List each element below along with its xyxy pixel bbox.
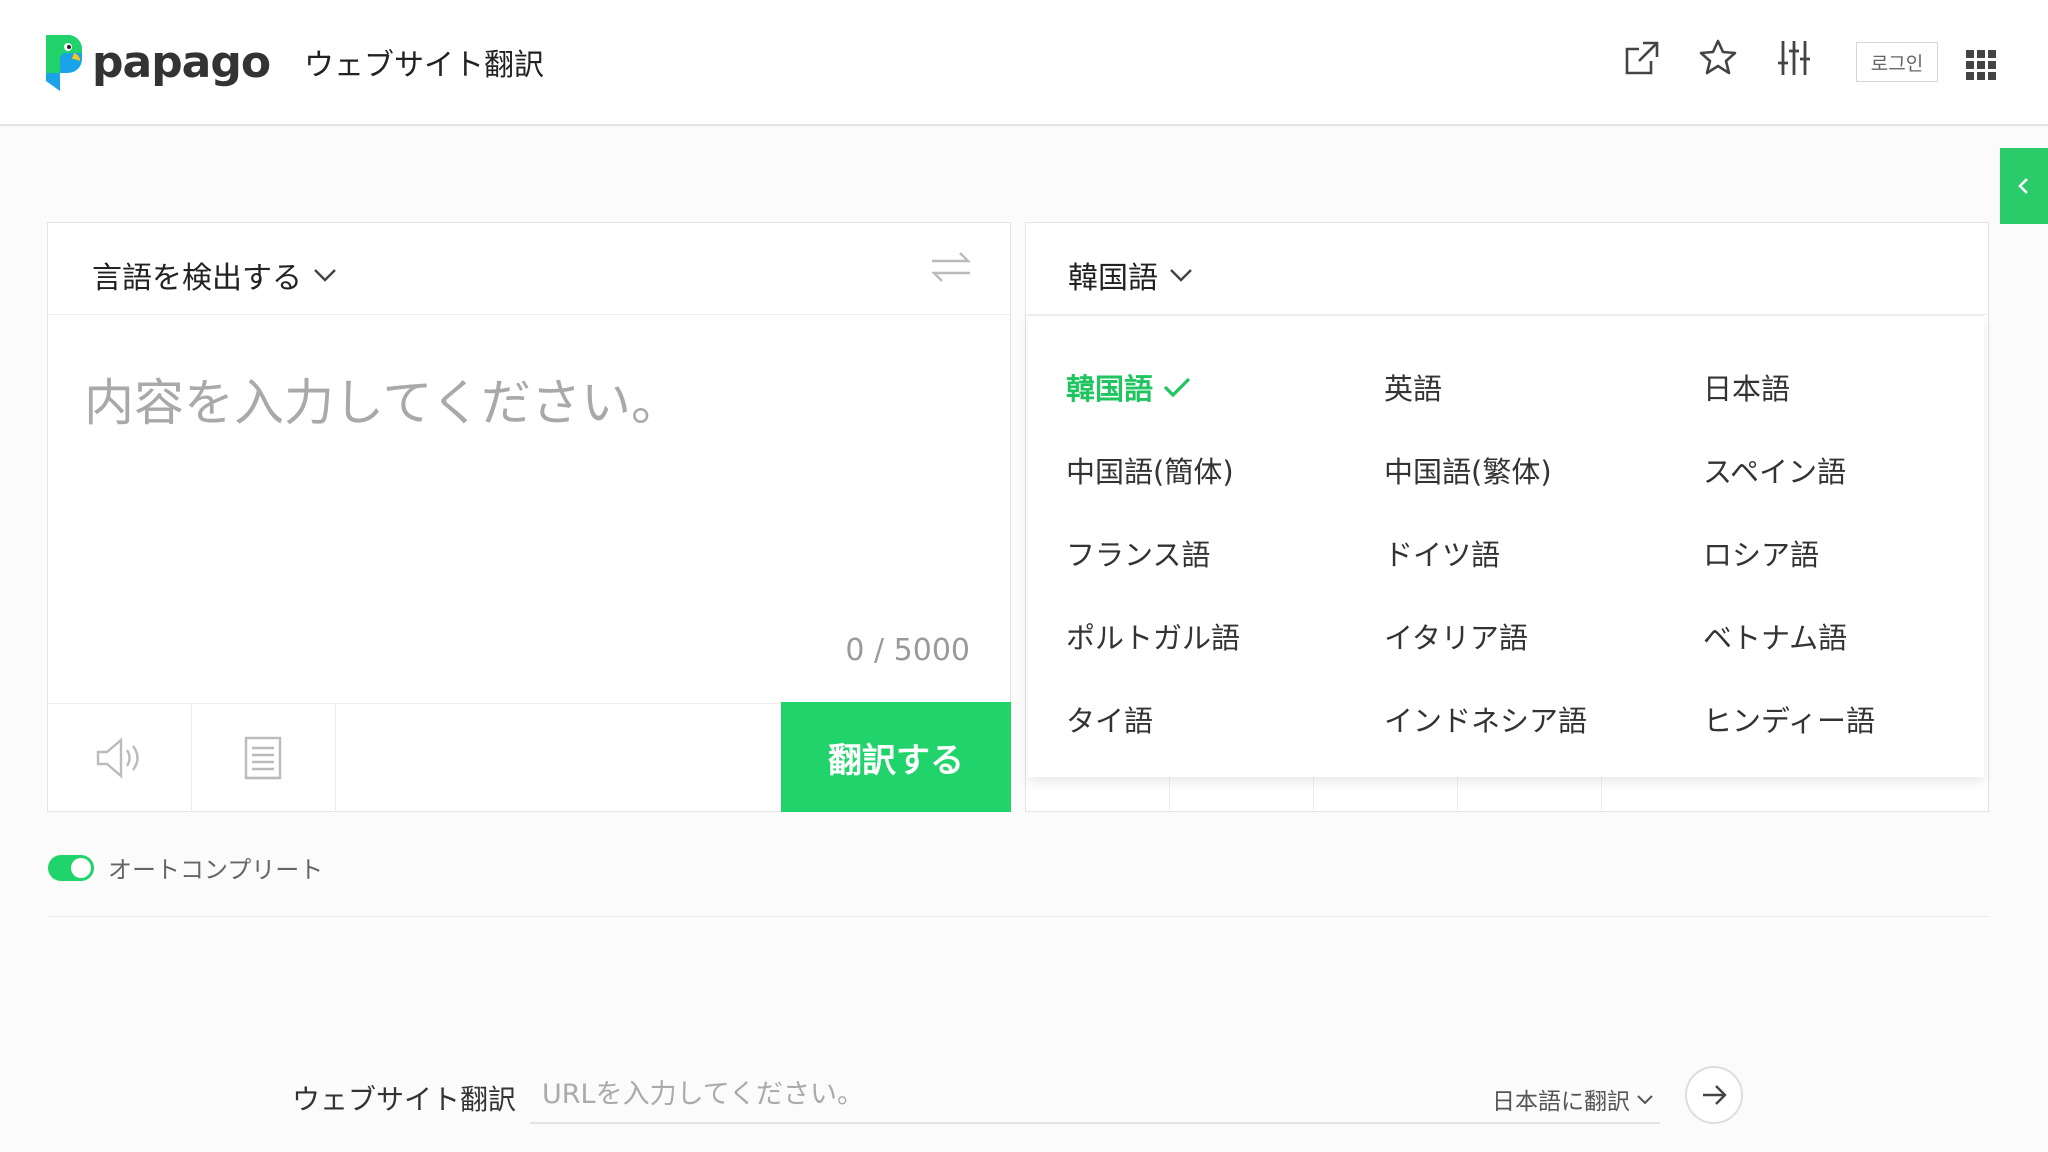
- papago-parrot-icon: [46, 35, 82, 91]
- target-panel-header: 韓国語: [1026, 223, 1988, 315]
- source-panel-header: 言語を検出する: [48, 223, 1010, 315]
- login-button[interactable]: 로그인: [1856, 42, 1938, 82]
- language-option-japanese[interactable]: 日本語: [1703, 366, 1790, 408]
- swap-languages-icon[interactable]: [928, 247, 974, 287]
- checkmark-icon: [1163, 377, 1191, 398]
- papago-logo[interactable]: papago: [38, 30, 271, 94]
- website-translate-label: ウェブサイト翻訳: [292, 1083, 517, 1116]
- chevron-down-icon: [1170, 269, 1192, 282]
- language-option-french[interactable]: フランス語: [1066, 532, 1210, 574]
- target-language-dropdown: 韓国語 英語 日本語 中国語(簡体) 中国語(繁体) スペイン語 フランス語 ド…: [1028, 315, 1984, 777]
- chevron-down-icon: [314, 269, 336, 282]
- source-language-label: 言語を検出する: [92, 261, 302, 296]
- url-field: 日本語に翻訳: [530, 1064, 1660, 1124]
- speaker-icon: [96, 737, 139, 779]
- autocomplete-label: オートコンプリート: [108, 856, 324, 884]
- language-option-portuguese[interactable]: ポルトガル語: [1066, 615, 1240, 657]
- language-option-chinese-traditional[interactable]: 中国語(繁体): [1384, 449, 1552, 491]
- target-language-label: 韓国語: [1068, 261, 1158, 296]
- document-icon: [244, 736, 281, 780]
- header: papago ウェブサイト翻訳 로그인: [0, 0, 2048, 126]
- language-option-indonesian[interactable]: インドネシア語: [1384, 698, 1587, 740]
- language-option-thai[interactable]: タイ語: [1066, 698, 1153, 740]
- autocomplete-toggle[interactable]: [48, 854, 94, 881]
- url-target-language-select[interactable]: 日本語に翻訳: [1492, 1082, 1654, 1116]
- star-icon[interactable]: [1696, 36, 1740, 80]
- apps-grid-icon[interactable]: [1966, 50, 1996, 80]
- side-panel-toggle[interactable]: [2000, 148, 2048, 224]
- source-panel: 言語を検出する 0 / 5000 翻訳する: [47, 222, 1011, 812]
- language-option-english[interactable]: 英語: [1384, 366, 1442, 408]
- page-title: ウェブサイト翻訳: [304, 48, 544, 83]
- language-option-hindi[interactable]: ヒンディー語: [1703, 698, 1875, 740]
- language-option-label: 韓国語: [1066, 372, 1154, 406]
- arrow-right-icon: [1703, 1085, 1727, 1105]
- logo-text: papago: [92, 36, 271, 88]
- source-text-input[interactable]: [84, 363, 964, 663]
- language-option-chinese-simplified[interactable]: 中国語(簡体): [1066, 449, 1234, 491]
- language-option-german[interactable]: ドイツ語: [1384, 532, 1500, 574]
- go-button[interactable]: [1685, 1066, 1743, 1124]
- chevron-down-icon: [1637, 1095, 1653, 1105]
- share-icon[interactable]: [1620, 36, 1664, 80]
- chevron-left-icon: [2018, 178, 2028, 194]
- url-input[interactable]: [542, 1074, 1442, 1114]
- listen-button[interactable]: [48, 704, 192, 812]
- source-language-select[interactable]: 言語を検出する: [92, 253, 338, 297]
- source-panel-footer: 翻訳する: [48, 702, 1011, 812]
- target-panel-footer: [1026, 775, 1988, 811]
- copy-button[interactable]: [192, 704, 336, 812]
- translate-button[interactable]: 翻訳する: [781, 702, 1011, 812]
- url-target-language-label: 日本語に翻訳: [1492, 1089, 1630, 1115]
- language-option-russian[interactable]: ロシア語: [1703, 532, 1819, 574]
- divider: [47, 916, 1989, 917]
- language-option-spanish[interactable]: スペイン語: [1703, 449, 1846, 491]
- autocomplete-setting: オートコンプリート: [48, 850, 323, 885]
- language-option-italian[interactable]: イタリア語: [1384, 615, 1528, 657]
- settings-sliders-icon[interactable]: [1772, 36, 1816, 80]
- character-count: 0 / 5000: [845, 633, 970, 668]
- language-option-korean[interactable]: 韓国語: [1066, 366, 1193, 408]
- language-option-vietnamese[interactable]: ベトナム語: [1703, 615, 1847, 657]
- target-language-select[interactable]: 韓国語: [1068, 253, 1194, 297]
